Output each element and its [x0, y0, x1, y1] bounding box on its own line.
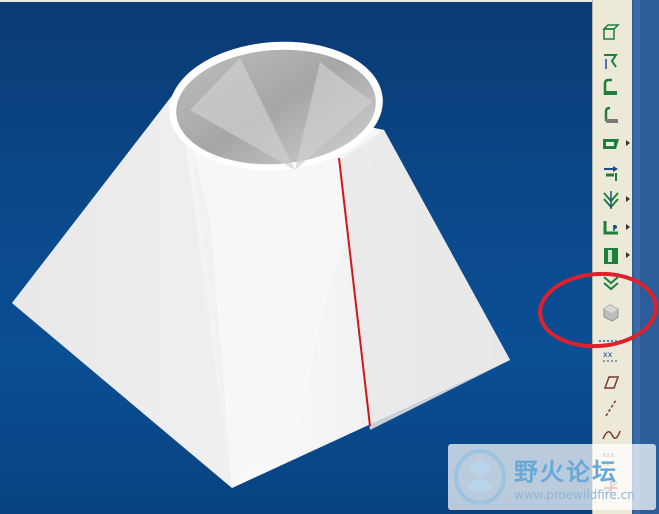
- datum-axis-icon[interactable]: [597, 48, 625, 72]
- form-flyout-icon[interactable]: [626, 252, 630, 258]
- datum-plane-icon[interactable]: [597, 20, 625, 44]
- model-3d-view[interactable]: [0, 0, 592, 514]
- feature-toolbar: xx xxxxx: [592, 0, 634, 514]
- rip-icon[interactable]: [597, 160, 625, 184]
- right-panel-edge: [632, 0, 659, 514]
- svg-text:xx: xx: [603, 350, 613, 359]
- sketch-line-icon[interactable]: [597, 396, 625, 420]
- watermark-url: www.proewildfire.cn: [514, 488, 635, 502]
- datum-point-icon[interactable]: xx: [597, 346, 625, 370]
- sheetmetal-wall-icon[interactable]: [597, 76, 625, 100]
- bend-flyout-icon[interactable]: [626, 196, 630, 202]
- graphics-viewport[interactable]: [0, 0, 592, 514]
- extend-wall-flyout-icon[interactable]: [626, 140, 630, 146]
- form-icon[interactable]: [597, 244, 625, 268]
- extend-wall-icon[interactable]: [597, 132, 625, 156]
- forum-logo-icon: [454, 449, 506, 505]
- unbend-flyout-icon[interactable]: [626, 224, 630, 230]
- sketch-plane-icon[interactable]: [597, 370, 625, 394]
- unbend-icon[interactable]: [597, 216, 625, 240]
- watermark-title: 野火论坛: [514, 458, 618, 486]
- scrollbar-track[interactable]: [634, 0, 640, 514]
- sketch-curve-icon[interactable]: [597, 422, 625, 446]
- flange-wall-icon[interactable]: [597, 104, 625, 128]
- bend-icon[interactable]: [597, 188, 625, 212]
- forum-watermark: 野火论坛 www.proewildfire.cn: [448, 444, 656, 510]
